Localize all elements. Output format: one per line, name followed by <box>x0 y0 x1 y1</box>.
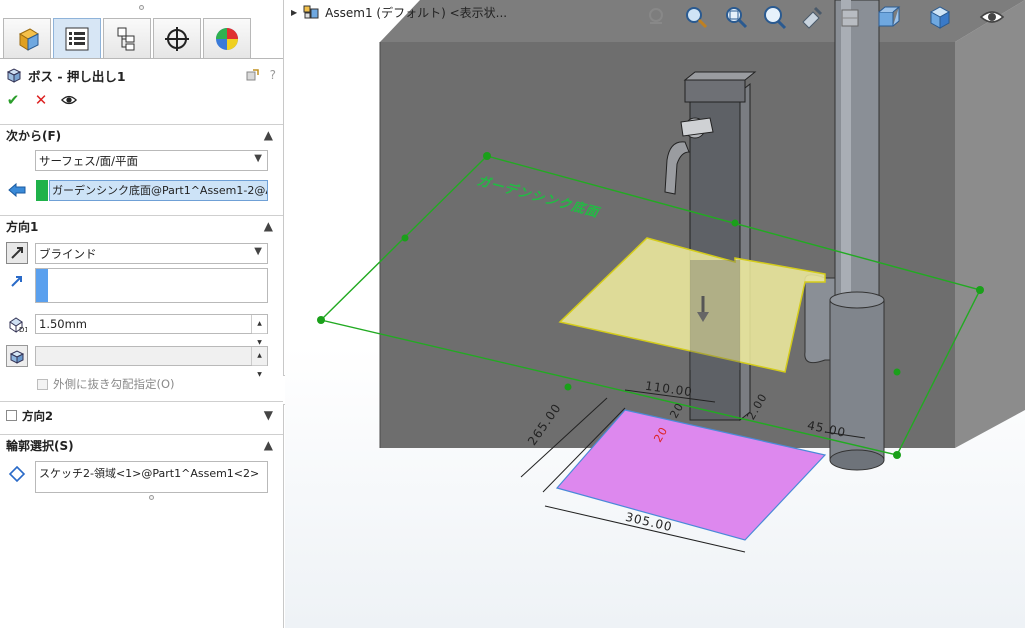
configuration-manager-icon <box>117 27 135 50</box>
display-style-icon[interactable] <box>925 2 955 32</box>
spin-down-icon[interactable]: ▼ <box>252 366 267 384</box>
tab-feature-manager[interactable] <box>3 18 51 58</box>
section-contours-title: 輪郭選択(S) <box>6 439 74 453</box>
start-condition-value: サーフェス/面/平面 <box>39 153 139 168</box>
previous-view-icon[interactable] <box>641 2 671 32</box>
spin-up-icon[interactable]: ▲ <box>252 315 267 334</box>
draft-outward-checkbox[interactable]: 外側に抜き勾配指定(O) <box>37 376 175 392</box>
section-direction1-header[interactable]: 方向1 ▲ <box>0 215 283 237</box>
hide-show-items-icon[interactable] <box>977 2 1007 32</box>
collapse-chevron-icon: ▲ <box>263 438 273 452</box>
chevron-down-icon: ▼ <box>254 153 262 164</box>
draft-angle-input[interactable]: ▲ ▼ <box>35 346 268 378</box>
rotate-view-icon[interactable] <box>797 2 827 32</box>
tab-configuration-manager[interactable] <box>103 18 151 58</box>
zoom-in-out-icon[interactable] <box>759 2 789 32</box>
depth-icon: D1 <box>6 313 28 335</box>
graphics-area[interactable]: ▶ Assem1 (デフォルト) <表示状... ガーデンシンク底面 110.0… <box>285 0 1025 628</box>
feature-header: ボス - 押し出し1 ? <box>6 65 276 85</box>
direction-vector-field[interactable] <box>35 268 268 303</box>
tab-dimxpert-manager[interactable] <box>153 18 201 58</box>
section-direction1-title: 方向1 <box>6 220 39 234</box>
crosshair-icon <box>165 26 189 51</box>
checkbox-box <box>6 410 17 421</box>
preview-eye-button[interactable] <box>61 92 77 108</box>
section-view-icon[interactable] <box>835 2 865 32</box>
assembly-title: Assem1 (デフォルト) <表示状... <box>325 5 508 20</box>
section-contours-header[interactable]: 輪郭選択(S) ▲ <box>0 434 283 456</box>
feature-title: ボス - 押し出し1 <box>28 68 126 84</box>
feature-manager-icon <box>18 27 40 51</box>
collapse-chevron-icon: ▲ <box>263 219 273 233</box>
boss-extrude-icon <box>6 68 22 83</box>
action-buttons: ✔ ✕ <box>5 91 77 109</box>
detailed-preview-icon[interactable] <box>246 68 260 82</box>
depth-value: 1.50mm <box>39 317 88 331</box>
manager-tabs <box>3 18 253 58</box>
faucet-cap <box>683 71 757 81</box>
panel-top-grip[interactable] <box>0 0 283 14</box>
zoom-to-area-icon[interactable] <box>721 2 751 32</box>
draft-outward-label: 外側に抜き勾配指定(O) <box>53 377 175 391</box>
list-resize-grip[interactable] <box>149 495 154 500</box>
feature-tree-flyout[interactable]: ▶ Assem1 (デフォルト) <表示状... <box>291 3 507 21</box>
checkbox-box <box>37 378 48 390</box>
expand-chevron-icon: ▼ <box>263 408 273 422</box>
tab-display-manager[interactable] <box>203 18 251 58</box>
assembly-icon <box>303 5 319 19</box>
end-condition-value: ブラインド <box>39 246 97 261</box>
face-selection-color-swatch <box>36 180 48 201</box>
section-from-title: 次から(F) <box>6 129 62 143</box>
draft-on-off-button[interactable] <box>6 345 28 367</box>
cancel-button[interactable]: ✕ <box>33 91 49 109</box>
eye-icon <box>61 95 77 105</box>
depth-input[interactable]: 1.50mm ▲ ▼ <box>35 314 268 346</box>
svg-text:D1: D1 <box>19 326 27 333</box>
contour-selection-icon <box>6 463 28 485</box>
tab-property-manager[interactable] <box>53 18 101 58</box>
ok-button[interactable]: ✔ <box>5 91 21 109</box>
wall-right-face <box>955 0 1025 448</box>
reverse-direction-icon[interactable] <box>6 179 28 201</box>
expand-caret-icon[interactable]: ▶ <box>291 8 297 17</box>
contour-list[interactable]: スケッチ2-領域<1>@Part1^Assem1<2> <box>35 461 268 493</box>
spin-up-icon[interactable]: ▲ <box>252 347 267 366</box>
display-manager-icon <box>216 27 238 50</box>
property-manager-panel: ボス - 押し出し1 ? ✔ ✕ 次から(F) ▲ サーフェス/面/平面 ▼ ガ… <box>0 0 292 628</box>
help-icon[interactable]: ? <box>270 68 276 82</box>
zoom-to-fit-icon[interactable] <box>681 2 711 32</box>
section-direction2-header[interactable]: 方向2 ▼ <box>0 401 283 429</box>
view-orientation-icon[interactable] <box>873 2 903 32</box>
contour-list-item[interactable]: スケッチ2-領域<1>@Part1^Assem1<2> <box>39 465 264 481</box>
direction-selection-color-swatch <box>36 269 48 302</box>
direction-vector-icon <box>6 270 28 292</box>
end-condition-select[interactable]: ブラインド ▼ <box>35 243 268 264</box>
model-viewport[interactable] <box>285 0 1025 628</box>
property-manager-icon <box>65 27 89 50</box>
collapse-chevron-icon: ▲ <box>263 128 273 142</box>
selected-face-field[interactable]: ガーデンシンク底面@Part1^Assem1-2@Assem1 <box>49 180 268 201</box>
start-condition-select[interactable]: サーフェス/面/平面 ▼ <box>35 150 268 171</box>
section-direction2-title: 方向2 <box>22 408 54 423</box>
section-from-header[interactable]: 次から(F) ▲ <box>0 124 283 146</box>
chevron-down-icon: ▼ <box>254 246 262 257</box>
direction2-checkbox[interactable]: 方向2 <box>6 408 53 424</box>
reverse-direction1-button[interactable] <box>6 242 28 264</box>
